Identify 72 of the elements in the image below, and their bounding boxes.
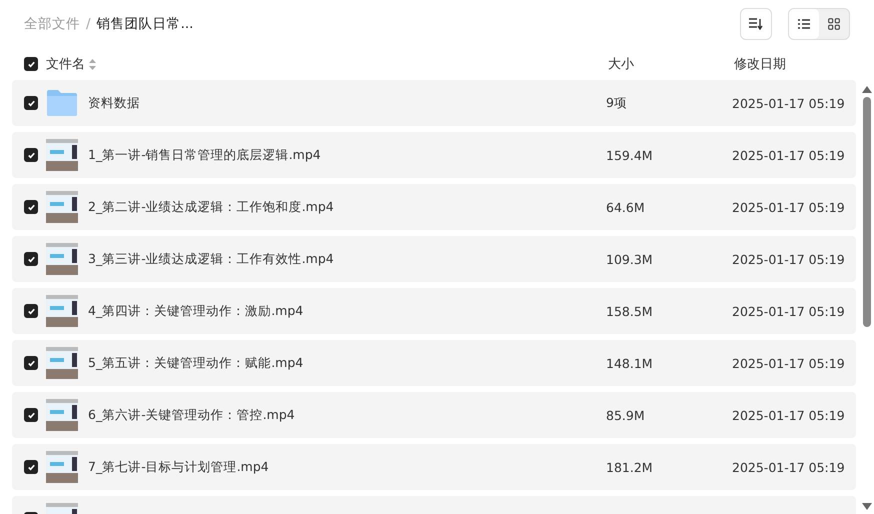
checkbox[interactable] [24,304,38,318]
breadcrumb-item[interactable]: 销售团队日常... [96,15,194,33]
checkbox[interactable] [24,252,38,266]
file-name: 4_第四讲：关键管理动作：激励.mp4 [88,302,304,320]
video-thumbnail [46,347,78,379]
file-row[interactable]: 6_第六讲-关键管理动作：管控.mp4 85.9M 2025-01-17 05:19 [12,392,856,438]
file-name: 6_第六讲-关键管理动作：管控.mp4 [88,406,295,424]
file-size: 148.1M [606,356,654,370]
file-size: 159.4M [606,148,654,162]
check-icon [26,358,36,368]
column-header[interactable]: 大小 [608,55,734,73]
video-thumbnail [46,139,78,171]
file-name: 1_第一讲-销售日常管理的底层逻辑.mp4 [88,146,321,164]
sort-button[interactable] [740,8,772,40]
modified-date: 2025-01-17 05:19 [732,96,846,110]
file-row[interactable]: 3_第三讲-业绩达成逻辑：工作有效性.mp4 109.3M 2025-01-17 05:19 [12,236,856,282]
video-thumbnail [46,243,78,275]
column-header[interactable]: 文件名 [46,55,85,73]
file-name: 2_第二讲-业绩达成逻辑：工作饱和度.mp4 [88,198,334,216]
checkbox[interactable] [24,200,38,214]
scroll-up-icon[interactable] [862,86,872,93]
file-name: 7_第七讲-目标与计划管理.mp4 [88,458,269,476]
breadcrumb-separator: / [86,16,91,32]
folder-icon [46,89,78,117]
file-name: 资料数据 [88,94,140,112]
sort-icon [749,18,763,30]
sort-arrows-icon [89,58,96,70]
file-row[interactable]: 4_第四讲：关键管理动作：激励.mp4 158.5M 2025-01-17 05:19 [12,288,856,334]
file-size: 9项 [606,94,628,112]
modified-date: 2025-01-17 05:19 [732,200,846,214]
file-size: 181.2M [606,460,654,474]
file-row[interactable]: 1_第一讲-销售日常管理的底层逻辑.mp4 159.4M 2025-01-17 05:19 [12,132,856,178]
file-row[interactable]: 7_第七讲-目标与计划管理.mp4 181.2M 2025-01-17 05:19 [12,444,856,490]
file-row[interactable]: 资料数据 9项 2025-01-17 05:19 [12,80,856,126]
modified-date: 2025-01-17 05:19 [732,252,846,266]
check-icon [26,150,36,160]
file-size: 109.3M [606,252,654,266]
video-thumbnail [46,451,78,483]
scrollbar-thumb[interactable] [863,97,871,327]
modified-date: 2025-01-17 05:19 [732,304,846,318]
file-row[interactable]: 2_第二讲-业绩达成逻辑：工作饱和度.mp4 64.6M 2025-01-17 05:19 [12,184,856,230]
list-icon [798,19,810,29]
video-thumbnail [46,191,78,223]
file-size: 85.9M [606,408,646,422]
check-icon [26,254,36,264]
check-icon [26,306,36,316]
list-view-button[interactable] [789,9,819,39]
file-name: 3_第三讲-业绩达成逻辑：工作有效性.mp4 [88,250,334,268]
modified-date: 2025-01-17 05:19 [732,148,846,162]
check-icon [26,462,36,472]
checkbox[interactable] [24,57,38,71]
check-icon [26,98,36,108]
grid-icon [828,18,840,30]
scroll-down-icon[interactable] [862,503,872,510]
checkbox[interactable] [24,148,38,162]
file-size: 64.6M [606,200,646,214]
check-icon [26,202,36,212]
modified-date: 2025-01-17 05:19 [732,460,846,474]
checkbox[interactable] [24,408,38,422]
video-thumbnail [46,295,78,327]
check-icon [26,410,36,420]
modified-date: 2025-01-17 05:19 [732,356,846,370]
check-icon [26,60,36,68]
checkbox[interactable] [24,460,38,474]
file-size: 158.5M [606,304,654,318]
video-thumbnail [46,399,78,431]
file-row[interactable]: 5_第五讲：关键管理动作：赋能.mp4 148.1M 2025-01-17 05:19 [12,340,856,386]
modified-date: 2025-01-17 05:19 [732,408,846,422]
checkbox[interactable] [24,96,38,110]
file-name: 5_第五讲：关键管理动作：赋能.mp4 [88,354,304,372]
checkbox[interactable] [24,356,38,370]
column-header[interactable]: 修改日期 [734,55,858,73]
